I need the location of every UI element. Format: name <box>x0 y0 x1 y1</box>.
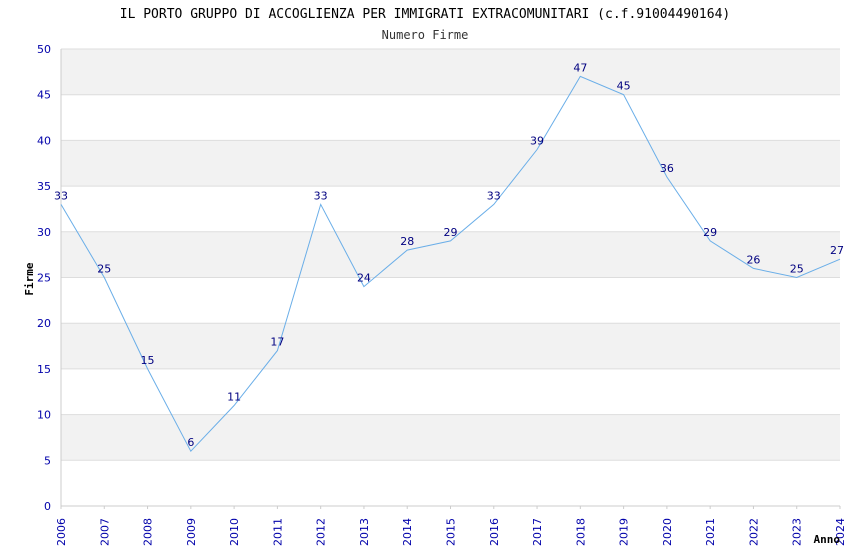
x-tick-label: 2007 <box>98 518 111 546</box>
x-tick-label: 2019 <box>618 518 631 546</box>
background-band <box>61 414 840 461</box>
x-tick-label: 2010 <box>228 518 241 546</box>
y-tick-label: 5 <box>44 454 51 467</box>
background-band <box>61 140 840 187</box>
x-tick-label: 2012 <box>315 518 328 546</box>
data-label: 36 <box>660 162 674 175</box>
data-label: 33 <box>487 189 501 202</box>
chart-title: IL PORTO GRUPPO DI ACCOGLIENZA PER IMMIG… <box>120 7 730 22</box>
background-band <box>61 49 840 95</box>
data-label: 25 <box>790 263 804 276</box>
x-tick-label: 2017 <box>531 518 544 546</box>
y-tick-label: 25 <box>37 272 51 285</box>
x-tick-label: 2014 <box>401 518 414 546</box>
x-tick-label: 2006 <box>55 518 68 546</box>
y-tick-label: 0 <box>44 500 51 513</box>
y-axis-ticks: 0 5 10 15 20 25 30 35 40 45 50 <box>37 43 51 513</box>
x-tick-label: 2021 <box>704 518 717 546</box>
data-label: 28 <box>400 235 414 248</box>
data-label: 17 <box>270 336 284 349</box>
y-tick-label: 15 <box>37 363 51 376</box>
data-label: 25 <box>97 263 111 276</box>
data-label: 33 <box>54 189 68 202</box>
y-tick-label: 45 <box>37 89 51 102</box>
line-chart: 0 5 10 15 20 25 30 35 40 45 50 2006 2007 2008 2009 201… <box>23 7 847 546</box>
data-label: 15 <box>141 354 155 367</box>
x-tick-label: 2023 <box>791 518 804 546</box>
y-tick-label: 20 <box>37 317 51 330</box>
x-tick-label: 2015 <box>445 518 458 546</box>
data-label: 33 <box>314 189 328 202</box>
y-tick-label: 10 <box>37 409 51 422</box>
data-label: 29 <box>444 226 458 239</box>
data-label: 24 <box>357 272 371 285</box>
x-axis-ticks: 2006 2007 2008 2009 2010 2011 2012 2013 2014 2015… <box>55 506 847 546</box>
background-band <box>61 323 840 369</box>
x-tick-label: 2009 <box>185 518 198 546</box>
data-label: 11 <box>227 390 241 403</box>
x-tick-label: 2013 <box>358 518 371 546</box>
data-label: 47 <box>573 61 587 74</box>
background-bands <box>61 49 840 461</box>
data-label: 45 <box>617 80 631 93</box>
y-tick-label: 50 <box>37 43 51 56</box>
data-label: 6 <box>187 436 194 449</box>
y-tick-label: 30 <box>37 226 51 239</box>
chart-subtitle: Numero Firme <box>382 28 469 42</box>
x-tick-label: 2008 <box>142 518 155 546</box>
data-label: 39 <box>530 135 544 148</box>
data-label: 26 <box>746 253 760 266</box>
x-tick-label: 2018 <box>574 518 587 546</box>
data-label: 27 <box>830 244 844 257</box>
x-tick-label: 2020 <box>661 518 674 546</box>
y-tick-label: 40 <box>37 134 51 147</box>
data-label: 29 <box>703 226 717 239</box>
x-tick-label: 2016 <box>488 518 501 546</box>
x-tick-label: 2011 <box>271 518 284 546</box>
x-axis-label: Anno <box>814 533 841 546</box>
y-tick-label: 35 <box>37 180 51 193</box>
x-tick-label: 2022 <box>747 518 760 546</box>
y-axis-label: Firme <box>23 262 36 295</box>
